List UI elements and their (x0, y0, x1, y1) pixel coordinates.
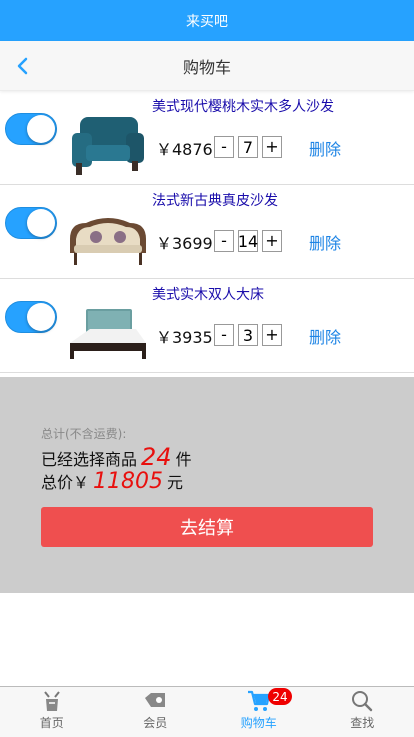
delete-button[interactable]: 删除 (309, 136, 341, 160)
quantity-input[interactable]: 14 (238, 230, 258, 252)
quantity-input[interactable]: 7 (238, 136, 258, 158)
checkout-button[interactable]: 去结算 (41, 507, 373, 547)
tab-label: 购物车 (240, 716, 277, 730)
tab-label: 查找 (350, 716, 375, 730)
decrease-button[interactable]: - (214, 324, 234, 346)
nav-bar: 购物车 (0, 41, 414, 91)
item-price: ￥4876 (156, 140, 213, 159)
home-icon (43, 691, 60, 711)
cart-item: 美式现代樱桃木实木多人沙发 ￥4876 - 7 + 删除 (0, 91, 414, 185)
summary-label: 总计(不含运费): (41, 427, 127, 441)
tab-cart[interactable]: 购物车 24 (207, 687, 311, 737)
sofa-icon (70, 218, 146, 265)
back-arrow-icon[interactable] (14, 54, 34, 78)
app-title-bar: 来买吧 (0, 0, 414, 41)
total-value: 11805 (93, 469, 164, 494)
tab-bar: 首页 会员 购物车 24 查找 (0, 686, 414, 737)
selected-count: 已经选择商品 24 件 (41, 443, 192, 471)
item-name[interactable]: 美式现代樱桃木实木多人沙发 (152, 96, 334, 116)
item-name[interactable]: 法式新古典真皮沙发 (152, 190, 278, 210)
quantity-stepper: - 14 + (214, 230, 282, 252)
decrease-button[interactable]: - (214, 230, 234, 252)
tab-home[interactable]: 首页 (0, 687, 104, 737)
total-suffix: 元 (167, 473, 184, 492)
item-select-toggle[interactable] (5, 301, 57, 333)
tab-search[interactable]: 查找 (311, 687, 414, 737)
count-prefix: 已经选择商品 (41, 450, 138, 469)
decrease-button[interactable]: - (214, 136, 234, 158)
toggle-knob (27, 115, 55, 143)
app-title: 来买吧 (186, 13, 228, 30)
increase-button[interactable]: + (262, 324, 282, 346)
delete-button[interactable]: 删除 (309, 324, 341, 348)
item-price: ￥3935 (156, 328, 213, 347)
tab-member[interactable]: 会员 (104, 687, 208, 737)
cart-count-badge: 24 (268, 688, 292, 705)
tab-label: 会员 (143, 716, 168, 730)
increase-button[interactable]: + (262, 230, 282, 252)
order-summary: 总计(不含运费): 已经选择商品 24 件 总价￥ 11805 元 去结算 (0, 377, 414, 593)
delete-button[interactable]: 删除 (309, 230, 341, 254)
total-price: 总价￥ 11805 元 (41, 469, 183, 494)
quantity-stepper: - 7 + (214, 136, 282, 158)
armchair-icon (72, 117, 144, 175)
cart-item: 美式实木双人大床 ￥3935 - 3 + 删除 (0, 279, 414, 373)
toggle-knob (27, 209, 55, 237)
cart-list: 美式现代樱桃木实木多人沙发 ￥4876 - 7 + 删除 法式新古典真皮沙发 ￥… (0, 91, 414, 373)
cart-icon (247, 690, 270, 711)
cart-item: 法式新古典真皮沙发 ￥3699 - 14 + 删除 (0, 185, 414, 279)
item-name[interactable]: 美式实木双人大床 (152, 284, 264, 304)
item-select-toggle[interactable] (5, 113, 57, 145)
quantity-stepper: - 3 + (214, 324, 282, 346)
item-select-toggle[interactable] (5, 207, 57, 239)
tab-label: 首页 (39, 716, 64, 730)
page-title: 购物车 (182, 57, 231, 77)
quantity-input[interactable]: 3 (238, 324, 258, 346)
item-price: ￥3699 (156, 234, 213, 253)
count-suffix: 件 (175, 450, 192, 469)
count-value: 24 (141, 443, 172, 471)
bed-icon (70, 309, 146, 359)
increase-button[interactable]: + (262, 136, 282, 158)
total-prefix: 总价￥ (41, 473, 90, 492)
member-icon (145, 693, 166, 707)
search-icon (352, 691, 373, 712)
toggle-knob (27, 303, 55, 331)
